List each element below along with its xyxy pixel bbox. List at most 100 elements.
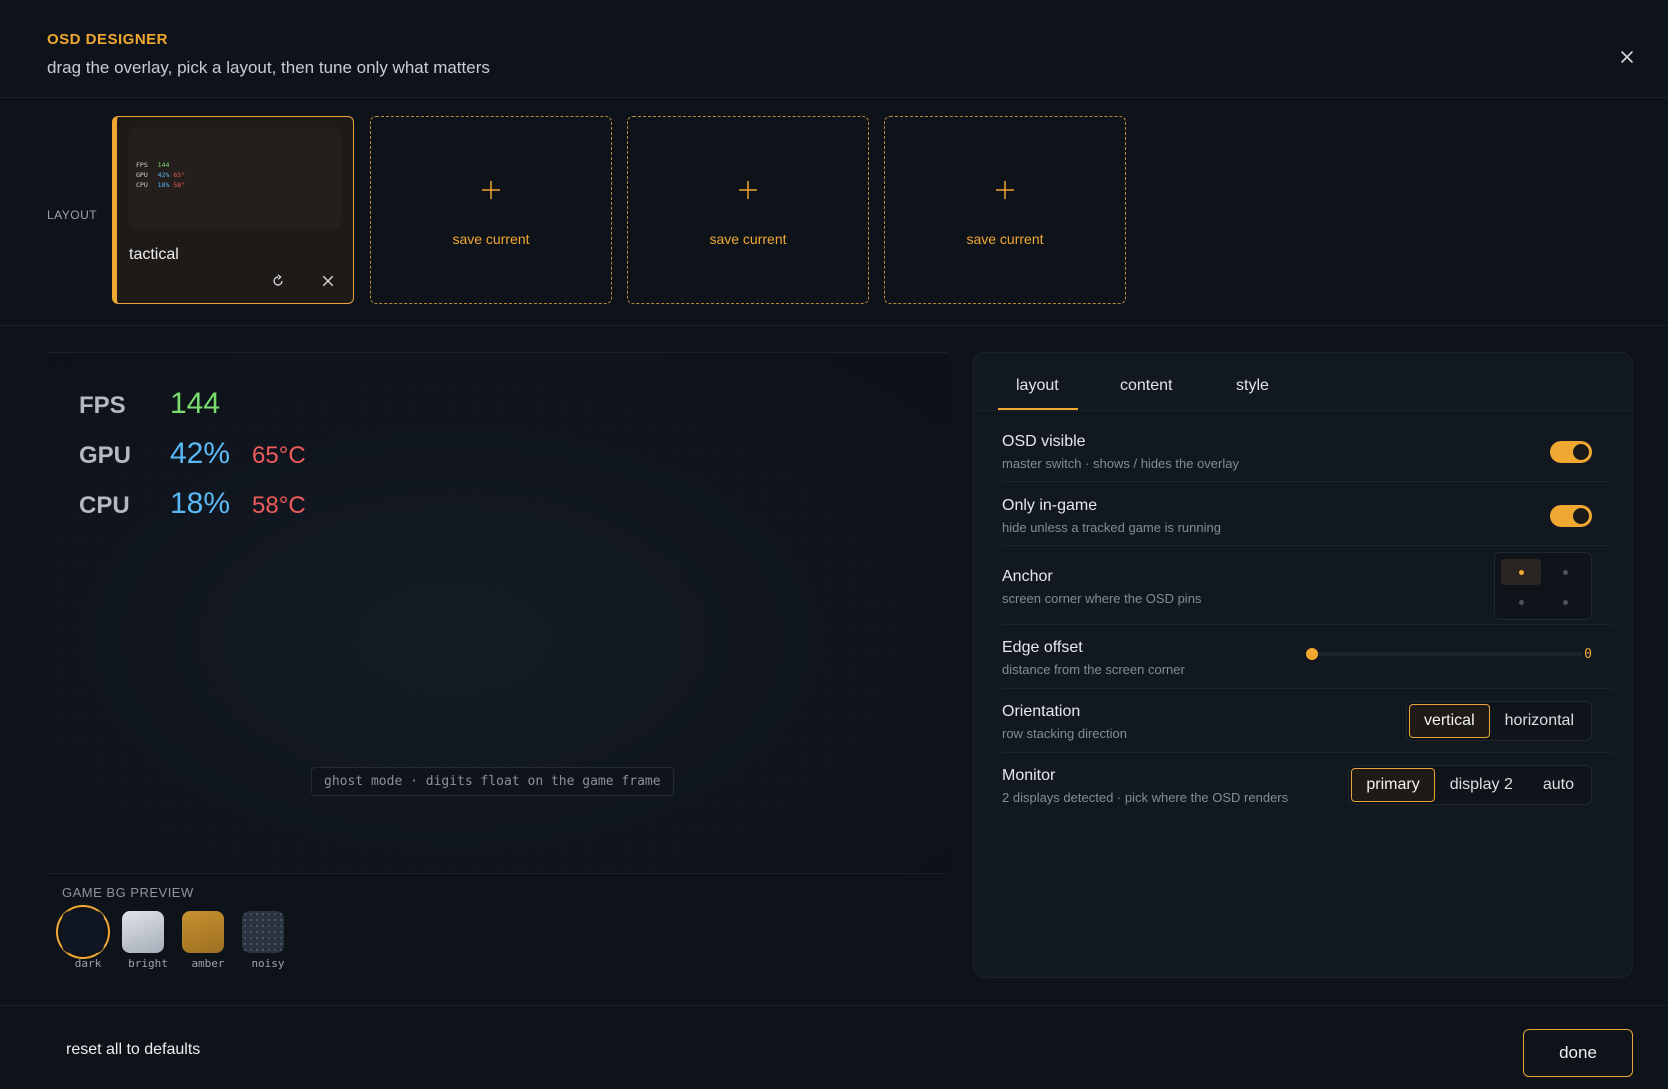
plus-icon [885,179,1125,201]
anchor-top-left[interactable] [1501,559,1541,585]
setting-desc: distance from the screen corner [1002,662,1185,677]
thumb-val: 42% [157,171,170,179]
osd-key: GPU [79,442,132,469]
layout-label: LAYOUT [47,208,98,222]
setting-edge-offset: Edge offset distance from the screen cor… [1002,639,1612,677]
dialog-footer: reset all to defaults done [0,1005,1668,1089]
swatch-dark[interactable] [62,911,104,953]
delete-layout-button[interactable] [317,270,339,292]
setting-orientation: Orientation row stacking direction verti… [1002,701,1612,741]
thumb-key: GPU [136,171,148,179]
toggle-knob [1573,444,1589,460]
tab-style[interactable]: style [1236,377,1269,395]
done-button[interactable]: done [1523,1029,1633,1077]
divider [1002,545,1612,546]
monitor-display-2[interactable]: display 2 [1435,768,1528,802]
swatch-label: noisy [251,957,285,970]
setting-label: OSD visible [1002,433,1086,450]
layout-slot-empty[interactable]: save current [627,116,869,304]
swatch-bright[interactable] [122,911,164,953]
save-current-label: save current [709,231,787,247]
reset-defaults-button[interactable]: reset all to defaults [66,1041,200,1059]
setting-label: Only in-game [1002,497,1098,514]
thumb-val: 144 [157,161,170,169]
close-icon [1621,51,1633,63]
only-in-game-toggle[interactable] [1550,505,1592,527]
toggle-knob [1573,508,1589,524]
divider [1002,688,1612,689]
tab-content[interactable]: content [1120,377,1172,395]
refresh-layout-button[interactable] [267,270,289,292]
setting-only-in-game: Only in-game hide unless a tracked game … [1002,497,1612,535]
thumb-key: CPU [136,181,148,189]
monitor-primary[interactable]: primary [1351,768,1435,802]
setting-desc: hide unless a tracked game is running [1002,520,1221,535]
swatch-noisy[interactable] [242,911,284,953]
osd-visible-toggle[interactable] [1550,441,1592,463]
dialog-header: OSD DESIGNER drag the overlay, pick a la… [0,0,1668,98]
anchor-bottom-right[interactable] [1545,589,1585,615]
close-button[interactable] [1612,42,1642,72]
plus-icon [628,179,868,201]
thumb-row: CPU 18% 58° [136,181,185,189]
osd-value: 18% [170,487,231,520]
edge-offset-value: 0 [1584,647,1592,662]
osd-temp: 65°C [252,442,306,469]
setting-desc: master switch · shows / hides the overla… [1002,456,1239,471]
anchor-bottom-left[interactable] [1501,589,1541,615]
dialog-title: OSD DESIGNER [47,31,169,48]
thumb-row: FPS 144 [136,161,169,169]
osd-value: 42% [170,437,231,470]
layout-slot-empty[interactable]: save current [884,116,1126,304]
osd-overlay-row[interactable]: FPS 144 [79,387,220,421]
settings-panel: layout content style OSD visible master … [973,352,1633,978]
bg-preview-label: GAME BG PREVIEW [62,885,194,900]
divider [1002,481,1612,482]
thumb-temp: 65° [173,171,186,179]
save-current-label: save current [966,231,1044,247]
orientation-segmented: vertical horizontal [1405,701,1592,741]
osd-designer-dialog: OSD DESIGNER drag the overlay, pick a la… [0,0,1668,1089]
layout-slot-empty[interactable]: save current [370,116,612,304]
anchor-top-right[interactable] [1545,559,1585,585]
divider [1002,752,1612,753]
osd-overlay-row[interactable]: CPU 18% 58°C [79,487,306,521]
divider [1002,624,1612,625]
osd-key: FPS [79,392,126,419]
setting-monitor: Monitor 2 displays detected · pick where… [1002,765,1612,805]
swatch-label: bright [128,957,168,970]
orientation-horizontal[interactable]: horizontal [1490,704,1589,738]
osd-overlay-row[interactable]: GPU 42% 65°C [79,437,306,471]
monitor-segmented: primary display 2 auto [1348,765,1592,805]
save-current-label: save current [452,231,530,247]
osd-temp: 58°C [252,492,306,519]
thumb-row: GPU 42% 65° [136,171,185,179]
dialog-subtitle: drag the overlay, pick a layout, then tu… [47,58,490,77]
swatch-amber[interactable] [182,911,224,953]
thumb-temp: 58° [173,181,186,189]
swatch-label: amber [191,957,225,970]
edge-offset-slider-thumb[interactable] [1306,648,1318,660]
setting-osd-visible: OSD visible master switch · shows / hide… [1002,433,1612,471]
setting-anchor: Anchor screen corner where the OSD pins [1002,552,1612,620]
layout-slot-tactical[interactable]: FPS 144 GPU 42% 65° CPU 18% 58° tactical [112,116,354,304]
layout-row: LAYOUT FPS 144 GPU 42% 65° CPU 18% 58° t [0,98,1668,326]
refresh-icon [273,274,283,286]
edge-offset-slider[interactable] [1312,652,1582,656]
anchor-picker [1494,552,1592,620]
thumb-val: 18% [157,181,170,189]
plus-icon [371,179,611,201]
close-icon [322,275,334,287]
ghost-mode-hint: ghost mode · digits float on the game fr… [311,767,674,796]
tab-layout[interactable]: layout [1016,377,1059,395]
monitor-auto[interactable]: auto [1528,768,1589,802]
layout-thumbnail: FPS 144 GPU 42% 65° CPU 18% 58° [128,127,341,229]
orientation-vertical[interactable]: vertical [1408,704,1490,738]
osd-preview-canvas[interactable]: FPS 144 GPU 42% 65°C CPU 18% 58°C ghost … [47,352,947,874]
active-tab-indicator [998,408,1078,410]
swatch-label: dark [74,957,102,970]
osd-value: 144 [170,387,221,420]
settings-tabs: layout content style [974,353,1632,411]
layout-slot-name: tactical [129,246,179,263]
osd-key: CPU [79,492,130,519]
